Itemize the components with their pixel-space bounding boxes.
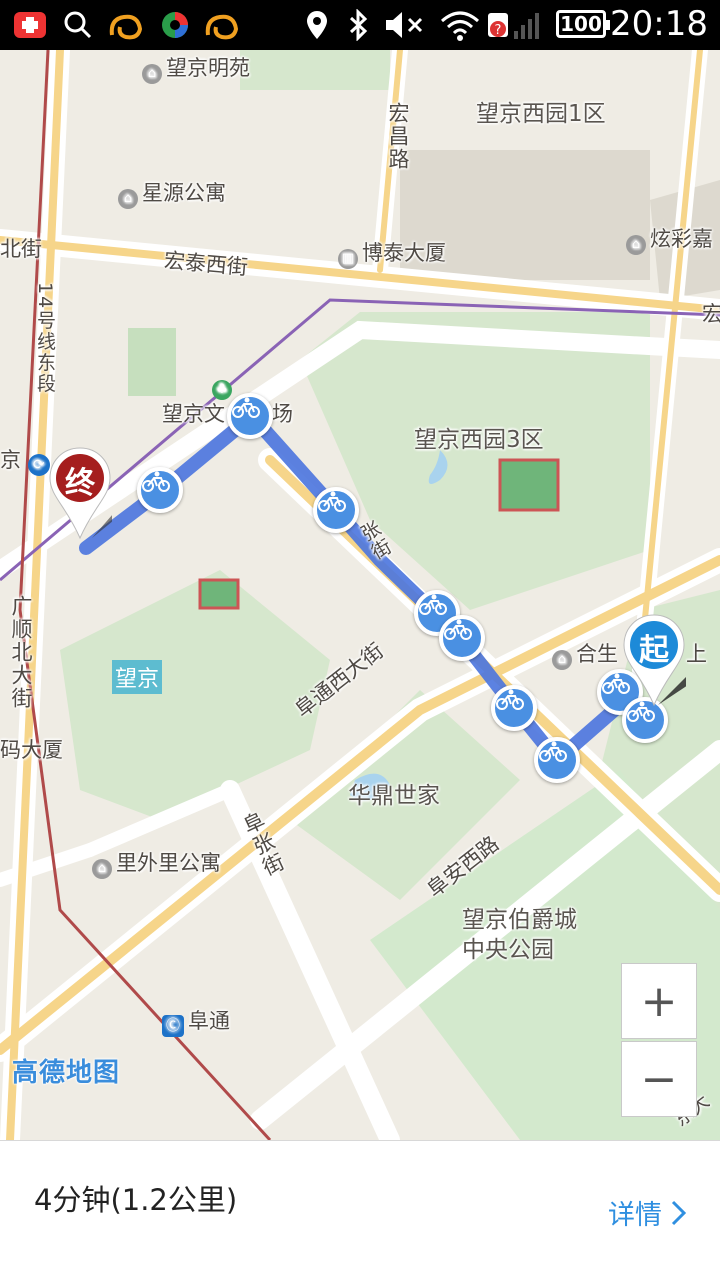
poi-label[interactable]: 码大厦	[0, 734, 63, 764]
battery-icon: 100	[556, 10, 610, 38]
svg-text:?: ?	[495, 23, 502, 38]
poi-label[interactable]: ▥ 博泰大厦	[338, 237, 446, 269]
map-view[interactable]: ⌂ 望京明苑 望京西园1区 宏昌路 ⌂ 星源公寓 ⌂ 炫彩嘉 北街 宏泰西街 ▥ 博泰大…	[0, 50, 720, 1140]
route-duration-distance: 4分钟(1.2公里)	[34, 1183, 238, 1217]
amap-logo: 高德地图	[12, 1058, 121, 1088]
bike-stop-marker[interactable]	[227, 393, 273, 439]
location-icon	[304, 9, 330, 41]
road-label: 宏昌路	[386, 102, 410, 171]
building-icon: ⌂	[552, 650, 572, 670]
subway-line-label: 14号线东段	[34, 282, 56, 395]
park-label-line1: 望京伯爵城	[462, 907, 577, 933]
detail-button[interactable]: 详情	[608, 1193, 690, 1232]
bike-stop-marker[interactable]	[137, 467, 183, 513]
sports-field	[198, 578, 240, 610]
road-label: 宏	[702, 302, 720, 326]
map-canvas	[0, 50, 720, 1140]
road-label: 广顺北大街	[9, 595, 33, 710]
park-area	[300, 312, 650, 610]
color-ball-icon	[158, 9, 192, 41]
building-icon: ▥	[338, 249, 358, 269]
bike-stop-marker[interactable]	[491, 685, 537, 731]
end-point-label: 终	[65, 466, 95, 501]
poi-label[interactable]: ⌂ 合生	[552, 638, 618, 670]
poi-label-tail: 场	[272, 402, 293, 426]
park-label-line2: 中央公园	[462, 937, 554, 963]
building-icon: ⌂	[626, 235, 646, 255]
area-label: 华鼎世家	[348, 783, 440, 809]
start-point-label: 起	[639, 633, 669, 668]
green-block	[240, 50, 390, 90]
station-label[interactable]: 京 ⟳	[0, 444, 54, 476]
poi-label[interactable]: ⌂ 望京明苑	[142, 52, 250, 84]
wifi-icon	[440, 9, 480, 41]
zoom-out-button[interactable]: −	[621, 1041, 697, 1117]
poi-label[interactable]: 望京文	[162, 398, 225, 428]
building-icon: ⌂	[142, 64, 162, 84]
road-label: 北街	[0, 237, 42, 261]
subway-station-icon: Ⓒ	[162, 1015, 184, 1037]
subway-station-icon: ⟳	[27, 454, 50, 476]
add-app-icon	[12, 9, 48, 41]
bike-stop-marker[interactable]	[439, 615, 485, 661]
park-icon: ♣	[212, 372, 236, 400]
poi-label[interactable]: ⌂ 星源公寓	[118, 177, 226, 209]
poi-label[interactable]: ⌂ 炫彩嘉	[626, 223, 713, 255]
park-area	[60, 570, 330, 820]
green-block	[128, 328, 176, 396]
bike-stop-marker[interactable]	[313, 487, 359, 533]
poi-label[interactable]: ⌂ 里外里公寓	[92, 847, 221, 879]
clock: 20:18	[610, 4, 708, 44]
mute-icon	[384, 9, 428, 41]
search-icon	[62, 9, 94, 41]
end-point-marker[interactable]: 终	[48, 446, 112, 546]
area-label: 望京西园1区	[476, 101, 606, 127]
chevron-right-icon	[671, 1200, 687, 1225]
building-icon: ⌂	[118, 189, 138, 209]
detail-label: 详情	[608, 1200, 662, 1231]
building-icon: ⌂	[92, 859, 112, 879]
start-point-marker[interactable]: 起	[622, 613, 686, 713]
zoom-in-button[interactable]: +	[621, 963, 697, 1039]
status-bar: ? 100 20:18	[0, 0, 720, 50]
bluetooth-icon	[344, 9, 372, 41]
route-summary-panel: 4分钟(1.2公里) 详情	[0, 1140, 720, 1281]
uc-browser-icon	[204, 9, 240, 41]
poi-label-tail: 上	[686, 642, 707, 666]
signal-icon: ?	[486, 9, 546, 41]
bike-stop-marker[interactable]	[534, 737, 580, 783]
district-tag[interactable]: 望京	[112, 660, 163, 694]
station-label[interactable]: Ⓒ 阜通	[162, 1005, 230, 1037]
uc-browser-icon	[108, 9, 144, 41]
sports-field	[498, 458, 560, 512]
area-label: 望京西园3区	[414, 427, 544, 453]
